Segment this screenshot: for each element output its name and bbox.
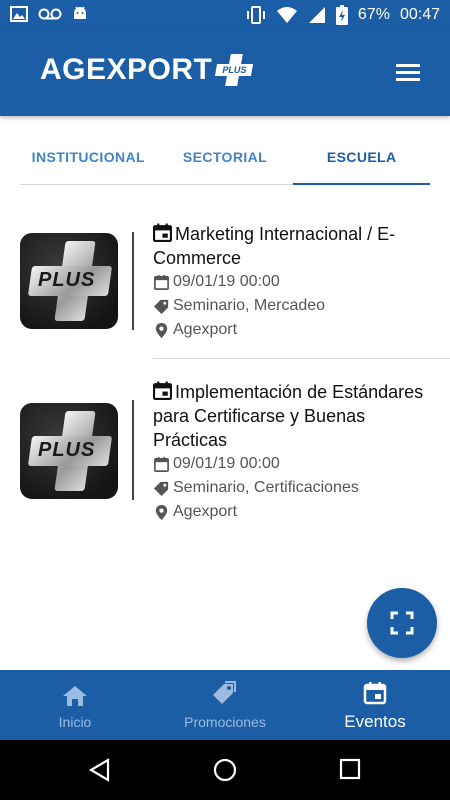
- wifi-icon: [276, 7, 297, 23]
- location-pin-icon: [155, 322, 168, 338]
- app-bar: AGEXPORT PLUS: [0, 30, 450, 116]
- tag-icon: [213, 681, 236, 704]
- status-system: 67% 00:47: [246, 5, 440, 25]
- divider: [132, 400, 134, 500]
- home-circle-icon[interactable]: [213, 758, 237, 782]
- event-details: Implementación de Estándares para Certif…: [153, 380, 438, 524]
- list-separator: [153, 358, 450, 359]
- brand-logo: AGEXPORT PLUS: [40, 52, 254, 88]
- event-date: 09/01/19 00:00: [173, 273, 280, 290]
- location-pin-icon: [155, 504, 168, 520]
- event-title: Marketing Internacional / E-Commerce: [153, 222, 438, 270]
- system-navigation-bar: [0, 740, 450, 800]
- image-notification-icon: [10, 6, 28, 22]
- calendar-icon: [153, 223, 172, 242]
- voicemail-icon: [38, 8, 62, 20]
- status-notifications: [10, 6, 88, 22]
- tab-sectorial[interactable]: SECTORIAL: [157, 130, 294, 184]
- home-icon: [63, 686, 87, 706]
- event-date-row: 09/01/19 00:00: [153, 270, 438, 294]
- fullscreen-icon: [390, 611, 414, 635]
- hamburger-menu-icon[interactable]: [396, 64, 420, 82]
- thumbnail-text: PLUS: [38, 439, 96, 461]
- fullscreen-button[interactable]: [367, 588, 437, 658]
- event-tags: Seminario, Certificaciones: [173, 479, 359, 496]
- thumbnail-text: PLUS: [38, 269, 96, 291]
- event-date-row: 09/01/19 00:00: [153, 452, 438, 476]
- tag-icon: [153, 299, 169, 314]
- battery-icon: [335, 5, 348, 25]
- status-bar: 67% 00:47: [0, 0, 450, 30]
- android-icon: [74, 6, 86, 19]
- date-icon: [154, 456, 169, 472]
- event-thumbnail: PLUS: [20, 403, 118, 499]
- event-title-text: Implementación de Estándares para Certif…: [153, 382, 424, 450]
- brand-badge: PLUS: [222, 65, 247, 75]
- event-date: 09/01/19 00:00: [173, 455, 280, 472]
- event-location-row: Agexport: [153, 318, 438, 342]
- divider: [132, 232, 134, 330]
- category-tabs: INSTITUCIONAL SECTORIAL ESCUELA: [20, 130, 430, 185]
- signal-icon: [308, 7, 325, 23]
- calendar-icon: [363, 682, 387, 705]
- tag-icon: [153, 481, 169, 496]
- event-details: Marketing Internacional / E-Commerce 09/…: [153, 222, 438, 342]
- event-title-text: Marketing Internacional / E-Commerce: [153, 224, 396, 268]
- date-icon: [154, 274, 169, 290]
- nav-label-eventos: Eventos: [344, 712, 406, 731]
- nav-item-eventos[interactable]: Eventos: [300, 670, 450, 740]
- nav-item-promociones[interactable]: Promociones: [150, 670, 300, 740]
- event-title: Implementación de Estándares para Certif…: [153, 380, 438, 452]
- nav-label-promociones: Promociones: [184, 714, 266, 730]
- bottom-navigation: Inicio Promociones Eventos: [0, 670, 450, 740]
- recent-apps-icon[interactable]: [339, 758, 361, 780]
- event-location: Agexport: [173, 321, 238, 338]
- tab-institucional[interactable]: INSTITUCIONAL: [20, 130, 157, 184]
- event-location: Agexport: [173, 503, 238, 520]
- plus-logo-icon: PLUS: [20, 403, 118, 499]
- clock: 00:47: [399, 6, 440, 23]
- event-tags-row: Seminario, Mercadeo: [153, 294, 438, 318]
- vibrate-icon: [246, 6, 265, 24]
- event-tags: Seminario, Mercadeo: [173, 297, 326, 314]
- nav-label-inicio: Inicio: [58, 714, 92, 730]
- battery-level: 67%: [357, 6, 390, 23]
- nav-item-inicio[interactable]: Inicio: [0, 670, 150, 740]
- brand-text: AGEXPORT: [40, 53, 213, 86]
- back-icon[interactable]: [88, 758, 112, 782]
- event-thumbnail: PLUS: [20, 233, 118, 329]
- calendar-icon: [153, 381, 172, 400]
- plus-logo-icon: PLUS: [20, 233, 118, 329]
- event-tags-row: Seminario, Certificaciones: [153, 476, 438, 500]
- brand-plus-icon: PLUS: [214, 52, 254, 88]
- tab-escuela[interactable]: ESCUELA: [293, 130, 430, 185]
- event-location-row: Agexport: [153, 500, 438, 524]
